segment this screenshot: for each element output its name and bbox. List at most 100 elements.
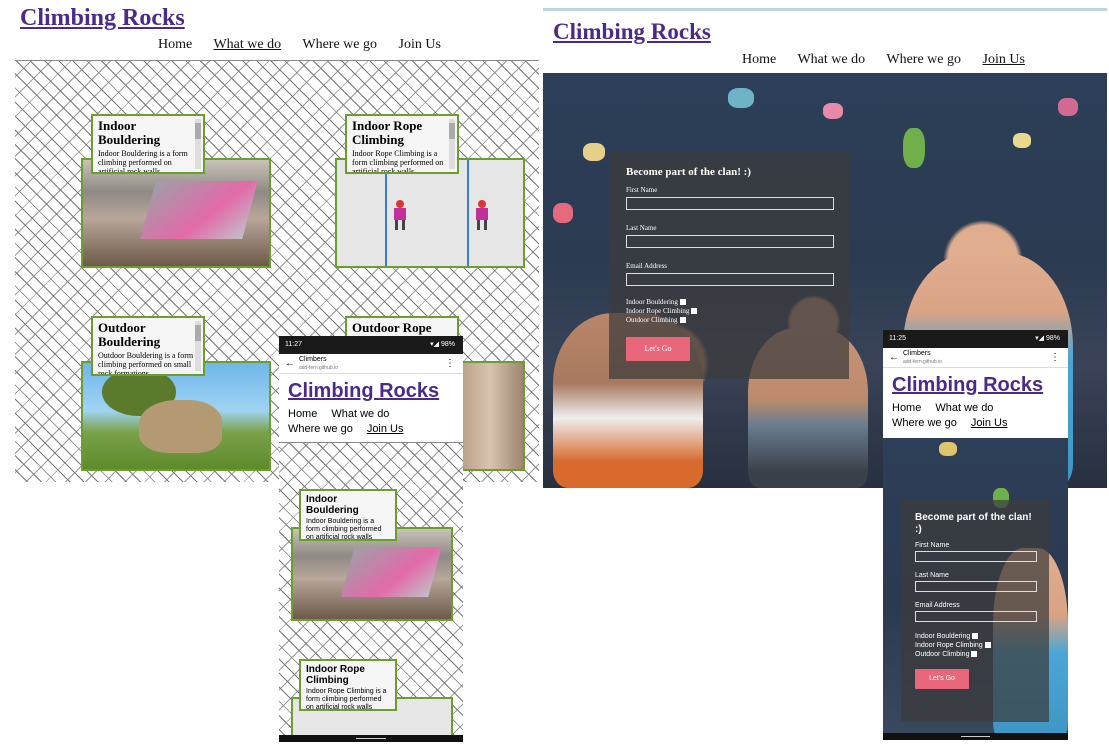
browser-page-title: Climbers bbox=[299, 356, 327, 363]
first-name-label: First Name bbox=[626, 186, 658, 194]
option-indoor-bouldering-checkbox[interactable] bbox=[972, 633, 979, 640]
card-text: Indoor Rope Climbing is a form climbing … bbox=[352, 149, 444, 174]
outdoor-bouldering-image bbox=[81, 361, 271, 471]
scrollbar[interactable] bbox=[195, 321, 201, 371]
card-textbox[interactable]: Outdoor Rope bbox=[345, 316, 459, 338]
signal-icon: ▾◢ bbox=[1035, 335, 1046, 342]
option-indoor-bouldering-label: Indoor Bouldering bbox=[915, 633, 971, 640]
browser-bar: ← Climbers add-fern.github.io ⋮ bbox=[883, 348, 1068, 368]
card-textbox[interactable]: Outdoor Bouldering Outdoor Bouldering is… bbox=[91, 316, 205, 376]
nav-join-us[interactable]: Join Us bbox=[971, 416, 1008, 431]
last-name-input[interactable] bbox=[915, 581, 1037, 592]
browser-page-title: Climbers bbox=[903, 350, 931, 357]
main-nav: Home What we do Where we go Join Us bbox=[158, 37, 459, 53]
indoor-bouldering-image bbox=[81, 158, 271, 268]
main-nav: Home What we do Where we go Join Us bbox=[742, 52, 1043, 68]
option-outdoor-label: Outdoor Climbing bbox=[626, 316, 678, 324]
card-textbox[interactable]: Indoor Bouldering Indoor Bouldering is a… bbox=[299, 489, 397, 541]
email-input[interactable] bbox=[626, 273, 834, 286]
email-input[interactable] bbox=[915, 611, 1037, 622]
first-name-input[interactable] bbox=[626, 197, 834, 210]
card-text: Indoor Bouldering is a form climbing per… bbox=[98, 149, 188, 174]
nav-where-we-go[interactable]: Where we go bbox=[288, 422, 353, 437]
card-textbox[interactable]: Indoor Bouldering Indoor Bouldering is a… bbox=[91, 114, 205, 174]
nav-what-we-do[interactable]: What we do bbox=[213, 37, 281, 52]
form-heading: Become part of the clan! :) bbox=[915, 512, 1032, 535]
indoor-bouldering-image bbox=[291, 527, 453, 621]
nav-join-us[interactable]: Join Us bbox=[367, 422, 404, 437]
last-name-input[interactable] bbox=[626, 235, 834, 248]
option-indoor-bouldering-checkbox[interactable] bbox=[679, 299, 686, 306]
card-title: Indoor Rope Climbing bbox=[352, 118, 423, 147]
option-outdoor-label: Outdoor Climbing bbox=[915, 651, 970, 658]
option-outdoor-checkbox[interactable] bbox=[679, 317, 686, 324]
card-title: Outdoor Rope bbox=[352, 320, 432, 335]
status-bar: 11:27 ▾◢ 98% bbox=[279, 336, 463, 354]
mobile-pattern-background: Indoor Bouldering Indoor Bouldering is a… bbox=[279, 442, 463, 742]
last-name-label: Last Name bbox=[626, 224, 657, 232]
form-heading: Become part of the clan! :) bbox=[626, 166, 751, 178]
back-arrow-icon[interactable]: ← bbox=[889, 352, 899, 363]
battery-level: 98% bbox=[440, 341, 455, 348]
browser-url[interactable]: add-fern.github.io bbox=[903, 359, 942, 365]
email-label: Email Address bbox=[915, 602, 960, 609]
nav-home[interactable]: Home bbox=[158, 37, 192, 52]
card-text: Indoor Rope Climbing is a form climbing … bbox=[306, 688, 387, 711]
card-title: Indoor Bouldering bbox=[306, 494, 359, 516]
gesture-bar bbox=[279, 735, 463, 742]
submit-button[interactable]: Let's Go bbox=[626, 337, 690, 361]
nav-where-we-go[interactable]: Where we go bbox=[892, 416, 957, 431]
card-textbox[interactable]: Indoor Rope Climbing Indoor Rope Climbin… bbox=[345, 114, 459, 174]
mobile-activities-screen: 11:27 ▾◢ 98% ← Climbers add-fern.github.… bbox=[279, 336, 463, 742]
card-title: Outdoor Bouldering bbox=[98, 320, 161, 349]
status-time: 11:25 bbox=[889, 335, 906, 342]
more-menu-icon[interactable]: ⋮ bbox=[445, 358, 455, 369]
mobile-nav: Home What we doWhere we go Join Us bbox=[892, 401, 1059, 431]
site-title-link[interactable]: Climbing Rocks bbox=[20, 5, 185, 32]
status-bar: 11:25 ▾◢ 98% bbox=[883, 330, 1068, 348]
browser-bar: ← Climbers add-fern.github.io ⋮ bbox=[279, 354, 463, 374]
mobile-hero-image: Become part of the clan! :) First Name L… bbox=[883, 438, 1068, 740]
scrollbar[interactable] bbox=[195, 119, 201, 169]
scrollbar[interactable] bbox=[449, 119, 455, 169]
submit-button[interactable]: Let's Go bbox=[915, 669, 969, 689]
more-menu-icon[interactable]: ⋮ bbox=[1050, 352, 1060, 363]
mobile-site-title[interactable]: Climbing Rocks bbox=[892, 374, 1059, 397]
nav-home[interactable]: Home bbox=[288, 407, 317, 422]
option-indoor-rope-label: Indoor Rope Climbing bbox=[915, 642, 983, 649]
outdoor-rope-image bbox=[455, 361, 525, 471]
nav-what-we-do[interactable]: What we do bbox=[935, 401, 993, 416]
nav-home[interactable]: Home bbox=[742, 52, 776, 67]
option-indoor-rope-checkbox[interactable] bbox=[984, 642, 991, 649]
nav-what-we-do[interactable]: What we do bbox=[331, 407, 389, 422]
first-name-label: First Name bbox=[915, 542, 950, 549]
first-name-input[interactable] bbox=[915, 551, 1037, 562]
card-text: Outdoor Bouldering is a form climbing pe… bbox=[98, 351, 194, 376]
gesture-bar bbox=[883, 733, 1068, 740]
signal-icon: ▾◢ bbox=[430, 341, 441, 348]
option-indoor-rope-label: Indoor Rope Climbing bbox=[626, 307, 690, 315]
last-name-label: Last Name bbox=[915, 572, 949, 579]
browser-url[interactable]: add-fern.github.io bbox=[299, 365, 338, 371]
battery-level: 98% bbox=[1045, 335, 1060, 342]
indoor-rope-image bbox=[335, 158, 525, 268]
nav-join-us[interactable]: Join Us bbox=[983, 52, 1025, 67]
mobile-join-form: Become part of the clan! :) First Name L… bbox=[901, 500, 1049, 722]
mobile-site-title[interactable]: Climbing Rocks bbox=[288, 380, 454, 403]
mobile-join-screen: 11:25 ▾◢ 98% ← Climbers add-fern.github.… bbox=[883, 330, 1068, 740]
option-indoor-rope-checkbox[interactable] bbox=[691, 308, 698, 315]
card-title: Indoor Rope Climbing bbox=[306, 664, 365, 686]
nav-join-us[interactable]: Join Us bbox=[399, 37, 441, 52]
nav-home[interactable]: Home bbox=[892, 401, 921, 416]
card-title: Indoor Bouldering bbox=[98, 118, 161, 147]
site-title-link[interactable]: Climbing Rocks bbox=[553, 19, 711, 45]
status-time: 11:27 bbox=[285, 341, 302, 348]
nav-where-we-go[interactable]: Where we go bbox=[302, 37, 377, 52]
nav-what-we-do[interactable]: What we do bbox=[797, 52, 865, 67]
card-text: Indoor Bouldering is a form climbing per… bbox=[306, 518, 382, 541]
back-arrow-icon[interactable]: ← bbox=[285, 358, 295, 369]
nav-where-we-go[interactable]: Where we go bbox=[886, 52, 961, 67]
mobile-nav: Home What we doWhere we go Join Us bbox=[288, 407, 454, 437]
card-textbox[interactable]: Indoor Rope Climbing Indoor Rope Climbin… bbox=[299, 659, 397, 711]
option-outdoor-checkbox[interactable] bbox=[971, 651, 978, 658]
